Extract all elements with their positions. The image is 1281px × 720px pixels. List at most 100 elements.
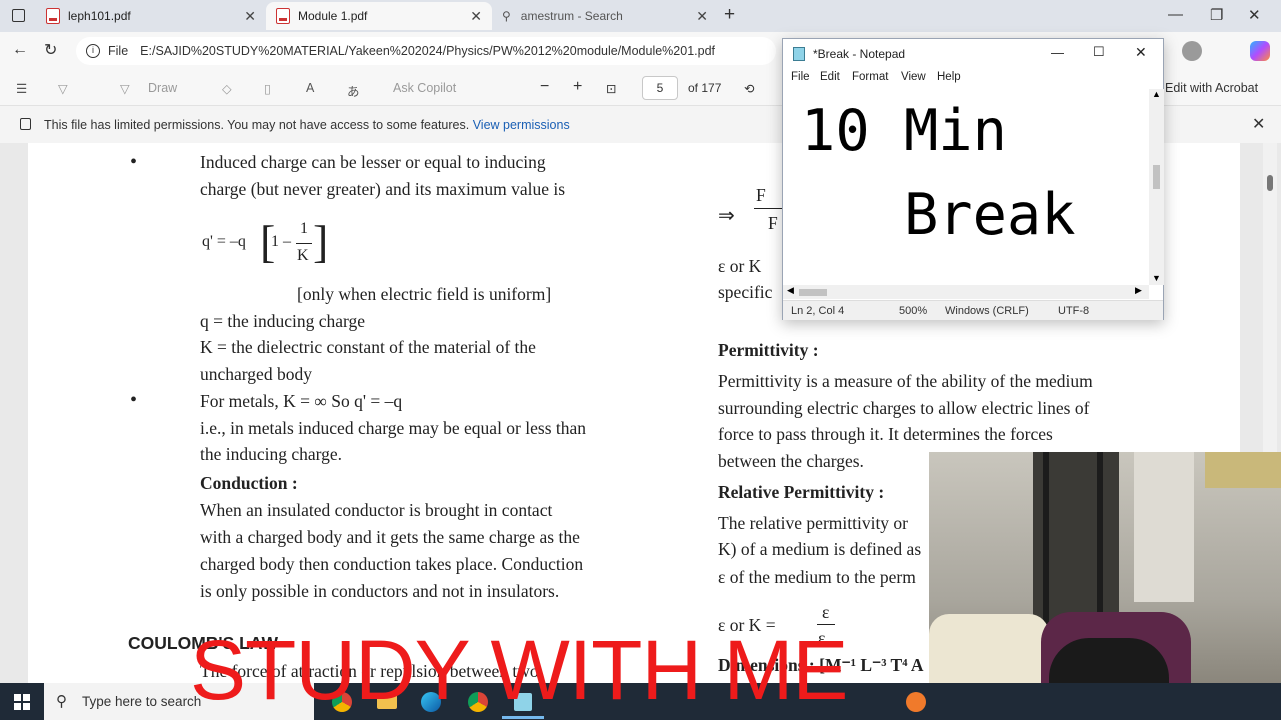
- doc-line: charged body then conduction takes place…: [200, 554, 584, 574]
- pdf-file-icon: [46, 8, 60, 24]
- info-icon: i: [86, 44, 100, 58]
- zoom-out-button[interactable]: −: [540, 78, 549, 96]
- url-input[interactable]: i File E:/SAJID%20STUDY%20MATERIAL/Yakee…: [76, 37, 776, 65]
- notepad-horizontal-scrollbar[interactable]: ◀ ▶: [783, 285, 1149, 299]
- draw-icon[interactable]: ▽: [120, 81, 130, 96]
- menu-help[interactable]: Help: [937, 71, 961, 83]
- doc-line: For metals, K = ∞ So q' = –q: [200, 391, 403, 411]
- eraser-icon[interactable]: ◇: [222, 81, 232, 96]
- refresh-icon[interactable]: ↻: [44, 40, 57, 60]
- tab-label: amestrum - Search: [520, 9, 623, 23]
- chevron-right-icon[interactable]: ▶: [1135, 285, 1142, 296]
- text-line: 10 Min: [801, 98, 1007, 164]
- tab-label: leph101.pdf: [68, 9, 131, 23]
- fraction-line: [754, 208, 784, 209]
- page-number-input[interactable]: 5: [642, 76, 678, 100]
- search-placeholder: Type here to search: [82, 694, 202, 709]
- relative-permittivity-heading: Relative Permittivity :: [718, 482, 885, 502]
- chevron-up-icon[interactable]: ▲: [1152, 89, 1161, 99]
- highlight-icon[interactable]: ▽: [58, 81, 68, 96]
- scroll-thumb[interactable]: [1153, 165, 1160, 189]
- url-text: E:/SAJID%20STUDY%20MATERIAL/Yakeen%20202…: [140, 44, 715, 58]
- view-permissions-link[interactable]: View permissions: [473, 118, 570, 132]
- new-tab-button[interactable]: +: [724, 4, 735, 26]
- doc-line: is only possible in conductors and not i…: [200, 581, 560, 601]
- ask-copilot-button[interactable]: Ask Copilot: [393, 81, 456, 95]
- formula-denominator: K: [297, 247, 309, 264]
- close-icon[interactable]: ✕: [244, 8, 256, 25]
- fit-page-icon[interactable]: ⊡: [606, 81, 616, 96]
- minimize-button[interactable]: —: [1168, 6, 1183, 23]
- ratio-numerator: F: [756, 185, 766, 205]
- restore-button[interactable]: ❐: [1210, 6, 1223, 24]
- read-aloud-icon[interactable]: A: [306, 81, 314, 95]
- browser-tab-strip: leph101.pdf ✕ Module 1.pdf ✕ ⚲ amestrum …: [0, 0, 1281, 32]
- conduction-heading: Conduction :: [200, 473, 298, 493]
- formula-bracket: ]: [313, 216, 329, 267]
- doc-line: K) of a medium is defined as: [718, 539, 922, 559]
- copilot-icon[interactable]: [1250, 41, 1270, 61]
- notepad-text-area[interactable]: 10 Min Break: [783, 89, 1149, 285]
- windows-start-icon[interactable]: [14, 694, 30, 710]
- doc-line: Induced charge can be lesser or equal to…: [200, 152, 546, 172]
- scroll-thumb[interactable]: [799, 289, 827, 296]
- doc-line: Permittivity is a measure of the ability…: [718, 371, 1093, 391]
- formula-q: q' = –q: [202, 233, 246, 250]
- encoding: UTF-8: [1058, 305, 1090, 317]
- formula-eps: ε: [822, 602, 830, 622]
- minimize-button[interactable]: —: [1051, 45, 1064, 60]
- implies-arrow: ⇒: [718, 205, 735, 227]
- doc-line: with a charged body and it gets the same…: [200, 527, 580, 547]
- tab-leph101[interactable]: leph101.pdf ✕: [36, 2, 266, 30]
- rotate-icon[interactable]: ⟲: [744, 81, 754, 96]
- notepad-vertical-scrollbar[interactable]: ▲ ▼: [1149, 89, 1164, 285]
- notification-app-icon[interactable]: [906, 692, 926, 712]
- doc-line: K = the dielectric constant of the mater…: [200, 337, 536, 357]
- doc-line: the inducing charge.: [200, 444, 343, 464]
- formula-numerator: 1: [300, 220, 308, 237]
- notepad-titlebar[interactable]: *Break - Notepad — ☐ ✕: [783, 39, 1163, 69]
- close-window-button[interactable]: ✕: [1248, 6, 1261, 24]
- profile-avatar[interactable]: [1182, 41, 1202, 61]
- poster: [1205, 452, 1281, 488]
- search-icon: ⚲: [56, 693, 67, 710]
- doc-line: uncharged body: [200, 364, 312, 384]
- menu-file[interactable]: File: [791, 71, 810, 83]
- doc-line: The relative permittivity or: [718, 513, 909, 533]
- tab-search[interactable]: ⚲ amestrum - Search ✕: [492, 2, 718, 30]
- doc-line: specific: [718, 282, 773, 302]
- draw-button[interactable]: Draw: [148, 81, 177, 95]
- page-total: of 177: [688, 81, 722, 95]
- zoom-in-button[interactable]: +: [573, 78, 582, 96]
- scroll-thumb[interactable]: [1267, 175, 1273, 191]
- close-icon[interactable]: ✕: [696, 8, 708, 25]
- menu-format[interactable]: Format: [852, 71, 888, 83]
- close-window-button[interactable]: ✕: [1135, 44, 1147, 61]
- doc-line: When an insulated conductor is brought i…: [200, 500, 553, 520]
- close-icon[interactable]: ✕: [1252, 114, 1265, 134]
- back-icon[interactable]: ←: [12, 41, 28, 59]
- page-view-icon[interactable]: ▯: [264, 81, 271, 96]
- window-panel: [1134, 452, 1194, 602]
- notepad-icon: [793, 47, 805, 61]
- text-line: Break: [801, 182, 1076, 248]
- notepad-window: *Break - Notepad — ☐ ✕ File Edit Format …: [782, 38, 1164, 320]
- menu-edit[interactable]: Edit: [820, 71, 840, 83]
- notepad-statusbar: Ln 2, Col 4 500% Windows (CRLF) UTF-8: [783, 300, 1163, 320]
- tab-label: Module 1.pdf: [298, 9, 368, 23]
- translate-icon[interactable]: あ: [347, 81, 360, 100]
- tab-module-1[interactable]: Module 1.pdf ✕: [266, 2, 492, 30]
- chevron-left-icon[interactable]: ◀: [787, 285, 794, 296]
- search-icon: ⚲: [502, 9, 511, 23]
- maximize-button[interactable]: ☐: [1093, 44, 1105, 60]
- tab-actions-icon[interactable]: [12, 9, 25, 22]
- permission-message-wrap: This file has limited permissions. You m…: [44, 118, 570, 132]
- doc-line: ε of the medium to the perm: [718, 567, 916, 587]
- close-icon[interactable]: ✕: [470, 8, 482, 25]
- edit-with-acrobat-button[interactable]: Edit with Acrobat: [1165, 81, 1258, 95]
- zoom-level: 500%: [899, 305, 928, 317]
- contents-icon[interactable]: ☰: [16, 81, 27, 96]
- chevron-down-icon[interactable]: ▼: [1152, 273, 1161, 283]
- doc-line: [only when electric field is uniform]: [297, 284, 552, 304]
- menu-view[interactable]: View: [901, 71, 926, 83]
